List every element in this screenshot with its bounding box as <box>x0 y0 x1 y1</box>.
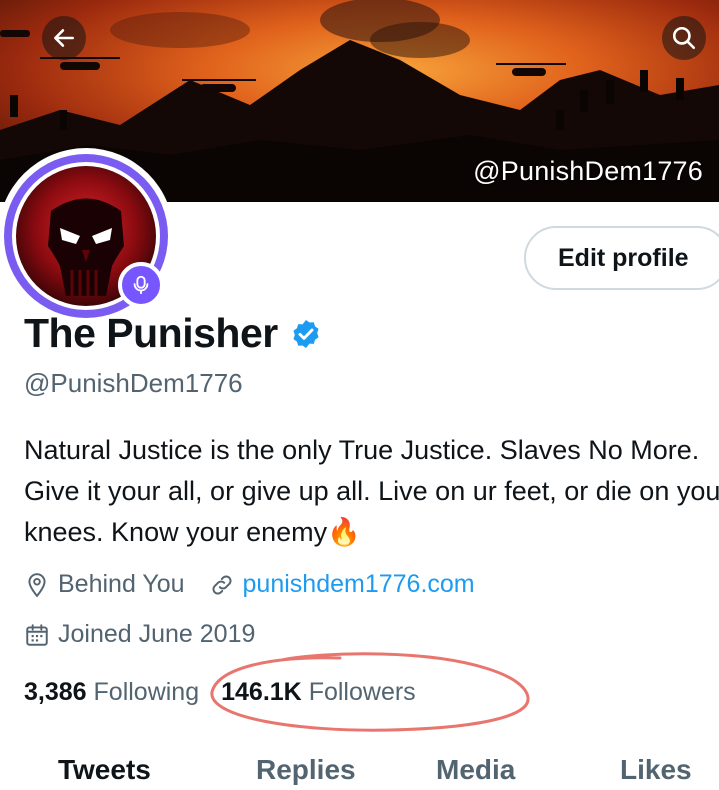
profile-bio: Natural Justice is the only True Justice… <box>24 430 719 553</box>
profile-website-link[interactable]: punishdem1776.com <box>243 570 475 599</box>
profile-meta-row: Behind You punishdem1776.com <box>24 570 475 599</box>
tab-tweets[interactable]: Tweets <box>58 754 151 786</box>
search-button[interactable] <box>662 16 706 60</box>
spaces-mic-icon <box>133 275 149 295</box>
bio-text: Natural Justice is the only True Justice… <box>24 435 719 547</box>
banner-handle-overlay: @PunishDem1776 <box>473 156 703 186</box>
arrow-left-icon <box>54 29 74 47</box>
profile-location: Behind You <box>58 570 185 598</box>
following-label: Following <box>93 678 200 706</box>
tab-replies[interactable]: Replies <box>256 754 356 786</box>
calendar-icon <box>24 622 50 648</box>
display-name: The Punisher <box>24 310 278 356</box>
profile-name-row: The Punisher <box>24 310 322 357</box>
fire-emoji: 🔥 <box>327 517 361 547</box>
location-pin-icon <box>24 572 50 598</box>
edit-profile-button[interactable]: Edit profile <box>524 226 719 290</box>
tab-likes[interactable]: Likes <box>620 754 692 786</box>
link-icon <box>209 572 235 598</box>
profile-tabs: Tweets Replies Media Likes <box>0 748 719 790</box>
tab-media[interactable]: Media <box>436 754 515 786</box>
following-count: 3,386 <box>24 678 87 706</box>
annotation-circle <box>210 652 530 732</box>
profile-handle: @PunishDem1776 <box>24 368 243 398</box>
following-stat[interactable]: 3,386 Following <box>24 678 199 707</box>
back-button[interactable] <box>42 16 86 60</box>
search-icon <box>672 26 696 50</box>
verified-badge-icon[interactable] <box>290 318 322 350</box>
spaces-badge[interactable] <box>118 262 164 308</box>
